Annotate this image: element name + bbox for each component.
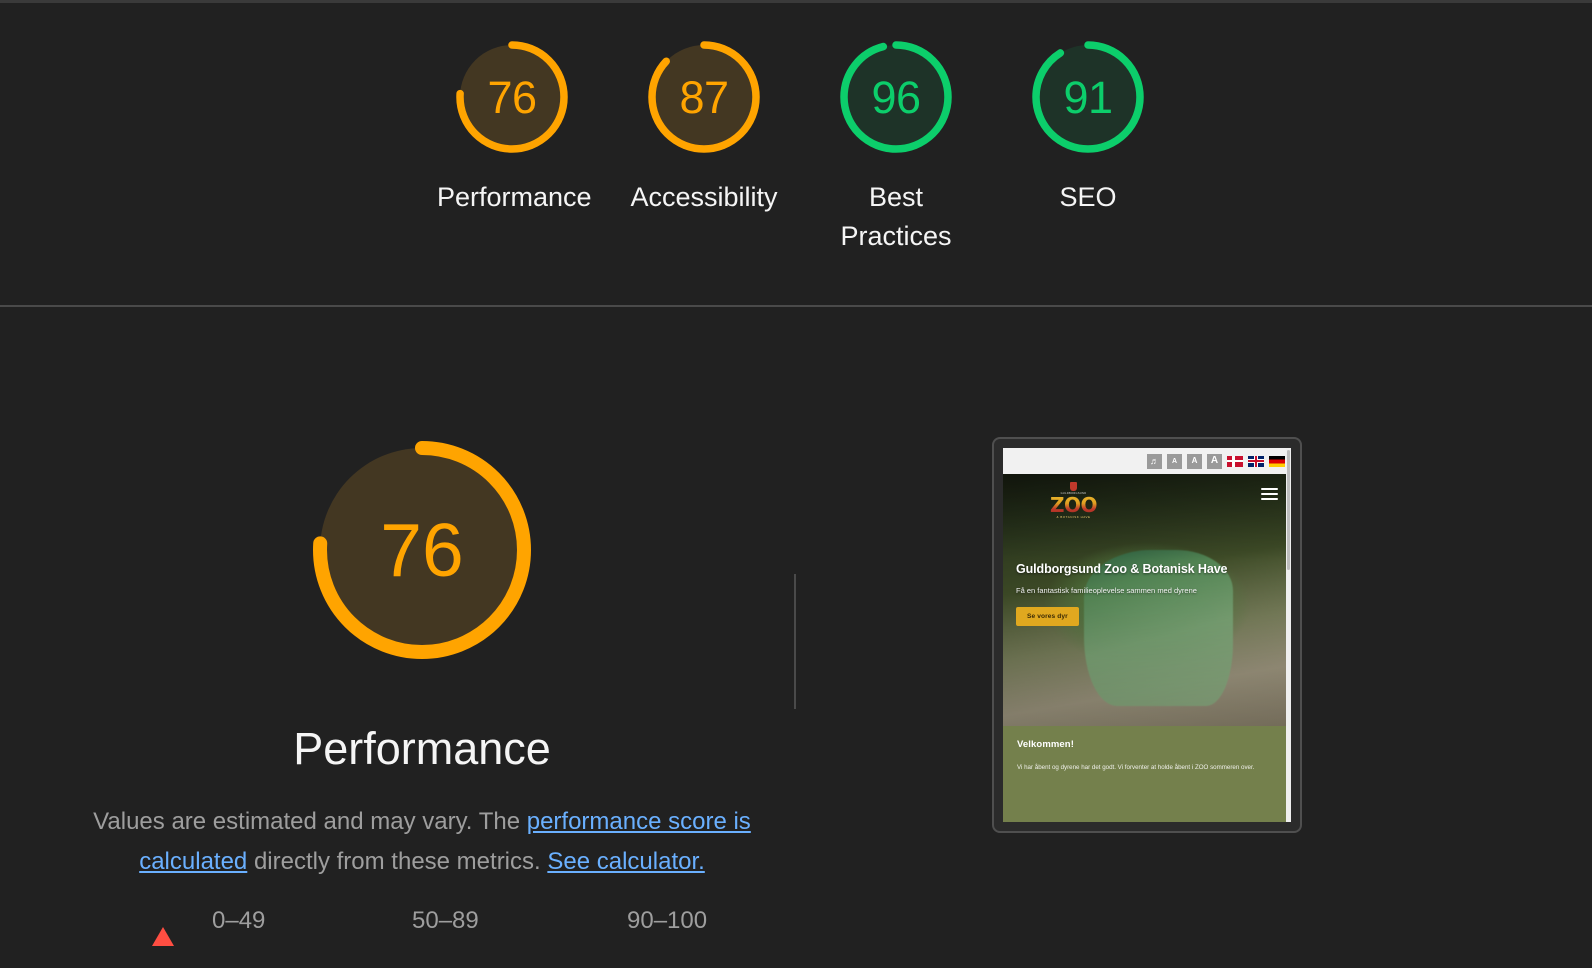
listen-icon[interactable]: ♬ bbox=[1147, 453, 1162, 469]
featured-title: Performance bbox=[293, 723, 551, 774]
gauge-ring-best-practices: 96 bbox=[835, 36, 957, 158]
legend-range-fail: 0–49 bbox=[212, 907, 266, 934]
featured-score-column: 76 Performance Values are estimated and … bbox=[0, 309, 796, 968]
site-hero-cta-button[interactable]: Se vores dyr bbox=[1016, 607, 1079, 626]
legend-item-fail: 0–49 bbox=[152, 907, 352, 946]
text-size-large-button[interactable]: A bbox=[1207, 453, 1222, 469]
triangle-icon bbox=[152, 910, 174, 946]
square-icon bbox=[352, 910, 374, 932]
flag-de-icon[interactable] bbox=[1269, 455, 1285, 467]
gauge-ring-seo: 91 bbox=[1027, 36, 1149, 158]
legend-item-pass: 90–100 bbox=[567, 909, 767, 933]
description-text-part-1: Values are estimated and may vary. The bbox=[93, 808, 527, 835]
see-calculator-link[interactable]: See calculator. bbox=[547, 848, 704, 875]
scores-summary-strip: 76 Performance 87 Accessibility 96 Best … bbox=[0, 3, 1592, 307]
gauge-ring-performance: 76 bbox=[451, 36, 573, 158]
featured-description: Values are estimated and may vary. The p… bbox=[90, 802, 754, 882]
site-hero-banner: GULDBORGSUND ZOO & BOTANISK HAVE Guldbor… bbox=[1003, 474, 1291, 726]
score-gauge-best-practices[interactable]: 96 Best Practices bbox=[800, 36, 992, 256]
gauge-value-seo: 91 bbox=[1063, 71, 1113, 123]
gauge-value-best-practices: 96 bbox=[871, 71, 921, 123]
site-accessibility-toolbar: ♬ A A A bbox=[1003, 448, 1291, 474]
gauge-value-performance: 76 bbox=[487, 71, 537, 123]
featured-gauge-value: 76 bbox=[380, 507, 464, 592]
site-hero-subtext: Få en fantastisk familieoplevelse sammen… bbox=[1016, 586, 1197, 595]
legend-range-average: 50–89 bbox=[412, 907, 479, 934]
legend-range-pass: 90–100 bbox=[627, 907, 708, 934]
site-scrollbar[interactable] bbox=[1286, 448, 1291, 822]
final-screenshot-image: ♬ A A A GULDBORGSUND ZOO & BOTANISK HAVE… bbox=[1003, 448, 1291, 822]
logo-wordmark: ZOO bbox=[1050, 493, 1098, 517]
score-legend: 0–49 50–89 90–100 bbox=[152, 907, 767, 946]
hamburger-icon[interactable] bbox=[1261, 488, 1278, 500]
description-text-part-2: directly from these metrics. bbox=[247, 848, 548, 875]
crest-icon bbox=[1070, 482, 1077, 491]
featured-gauge[interactable]: 76 bbox=[302, 430, 542, 670]
score-gauge-accessibility[interactable]: 87 Accessibility bbox=[608, 36, 800, 217]
flag-gb-icon[interactable] bbox=[1248, 455, 1264, 467]
vertical-divider bbox=[794, 574, 796, 709]
site-welcome-body: Vi har åbent og dyrene har det godt. Vi … bbox=[1017, 764, 1255, 771]
performance-section: 76 Performance Values are estimated and … bbox=[0, 309, 1592, 968]
gauge-label-best-practices: Best Practices bbox=[840, 182, 952, 251]
logo-tagline: & BOTANISK HAVE bbox=[1056, 515, 1091, 519]
gauge-label-accessibility: Accessibility bbox=[630, 182, 778, 212]
final-screenshot-frame[interactable]: ♬ A A A GULDBORGSUND ZOO & BOTANISK HAVE… bbox=[992, 437, 1302, 833]
site-hero-heading: Guldborgsund Zoo & Botanisk Have bbox=[1016, 562, 1228, 576]
site-welcome-section: Velkommen! Vi har åbent og dyrene har de… bbox=[1003, 726, 1291, 822]
flag-dk-icon[interactable] bbox=[1227, 455, 1243, 467]
circle-icon bbox=[567, 910, 589, 932]
gauge-value-accessibility: 87 bbox=[679, 71, 729, 123]
text-size-small-button[interactable]: A bbox=[1167, 453, 1182, 469]
site-logo[interactable]: GULDBORGSUND ZOO & BOTANISK HAVE bbox=[1016, 482, 1098, 519]
score-gauges-row: 76 Performance 87 Accessibility 96 Best … bbox=[416, 36, 1184, 256]
gauge-label-performance: Performance bbox=[437, 182, 592, 212]
legend-item-average: 50–89 bbox=[352, 909, 567, 933]
text-size-medium-button[interactable]: A bbox=[1187, 453, 1202, 469]
lighthouse-report-page: 76 Performance 87 Accessibility 96 Best … bbox=[0, 0, 1592, 968]
gauge-ring-accessibility: 87 bbox=[643, 36, 765, 158]
score-gauge-performance[interactable]: 76 Performance bbox=[416, 36, 608, 217]
site-welcome-heading: Velkommen! bbox=[1017, 739, 1074, 750]
score-gauge-seo[interactable]: 91 SEO bbox=[992, 36, 1184, 217]
gauge-label-seo: SEO bbox=[1059, 182, 1117, 212]
